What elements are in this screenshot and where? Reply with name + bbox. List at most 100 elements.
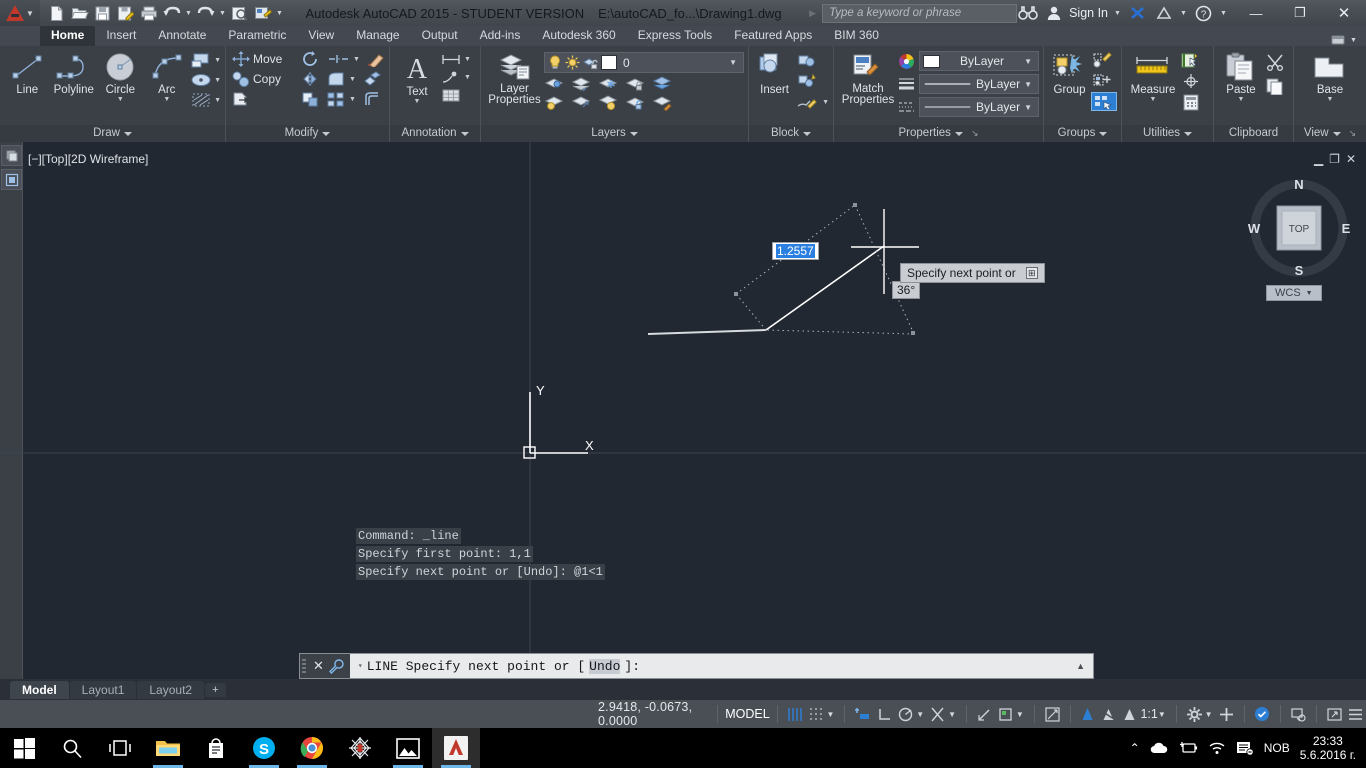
chevron-up-icon[interactable]: ▲	[1076, 661, 1093, 671]
exchange-apps-icon[interactable]	[1127, 3, 1148, 24]
snap-dropdown-icon[interactable]: ▼	[827, 710, 835, 719]
color-swatch-icon[interactable]	[601, 55, 617, 70]
dynamic-ucs-icon[interactable]	[1044, 704, 1061, 724]
annotation-visibility-icon[interactable]	[1079, 704, 1096, 724]
panel-block-expand-icon[interactable]	[803, 131, 812, 136]
panel-utilities-title[interactable]: Utilities	[1122, 125, 1213, 142]
modify-copy-button[interactable]: Copy	[230, 70, 296, 88]
lineweight-combo-dropdown-icon[interactable]: ▼	[1024, 80, 1035, 89]
binoculars-icon[interactable]	[1017, 3, 1038, 24]
tab-model[interactable]: Model	[10, 680, 69, 699]
undo-dropdown-icon[interactable]: ▼	[184, 10, 193, 17]
a360-dropdown-icon[interactable]: ▼	[1179, 10, 1188, 17]
draw-ellipse-button[interactable]: ▼	[190, 71, 221, 89]
battery-icon[interactable]	[1179, 741, 1198, 755]
panel-modify-expand-icon[interactable]	[322, 131, 331, 136]
measure-button[interactable]: Measure ▼	[1126, 49, 1180, 103]
plot-icon[interactable]	[138, 3, 159, 24]
object-snap-icon[interactable]	[929, 704, 946, 724]
copy-clip-icon[interactable]	[1264, 77, 1286, 95]
modify-move-button[interactable]: Move	[230, 50, 296, 68]
draw-line-button[interactable]: Line	[4, 49, 51, 96]
tab-express-tools[interactable]: Express Tools	[627, 26, 723, 46]
define-attributes-icon[interactable]	[796, 73, 820, 90]
annotation-scale-icon[interactable]	[1121, 704, 1138, 724]
modify-rotate-button[interactable]	[299, 50, 323, 68]
save-as-icon[interactable]	[115, 3, 136, 24]
signin-dropdown-icon[interactable]: ▼	[1113, 10, 1122, 17]
layer-properties-button[interactable]: Layer Properties	[485, 49, 544, 106]
snap-mode-icon[interactable]	[808, 704, 825, 724]
autoscale-icon[interactable]	[1100, 704, 1117, 724]
modify-scale-button[interactable]	[299, 90, 321, 108]
calculator-icon[interactable]	[1180, 94, 1202, 111]
base-view-button[interactable]: Base ▼	[1304, 49, 1356, 103]
tab-parametric[interactable]: Parametric	[217, 26, 297, 46]
lineweight-property-combo[interactable]: ByLayer ▼	[919, 74, 1039, 94]
isolate-objects-icon[interactable]	[1253, 704, 1271, 724]
hatch-dropdown-icon[interactable]: ▼	[214, 97, 221, 104]
base-view-dropdown-icon[interactable]: ▼	[1327, 96, 1334, 103]
linetype-combo-dropdown-icon[interactable]: ▼	[1024, 103, 1035, 112]
clock[interactable]: 23:33 5.6.2016 г.	[1300, 734, 1356, 762]
panel-draw-title[interactable]: Draw	[0, 125, 225, 142]
application-menu-button[interactable]: ▼	[0, 0, 40, 26]
drawing-area[interactable]: [−][Top][2D Wireframe] ▁ ❐ ✕ Y X 1.2557 …	[0, 142, 1366, 688]
file-explorer-icon[interactable]	[144, 728, 192, 768]
modify-erase-button[interactable]	[365, 50, 387, 68]
edit-attribute-button[interactable]: ▼	[796, 94, 829, 111]
tab-bim-360[interactable]: BIM 360	[823, 26, 890, 46]
annotation-text-button[interactable]: A Text ▼	[394, 49, 440, 105]
arc-dropdown-icon[interactable]: ▼	[163, 96, 170, 103]
layer-combo-dropdown-icon[interactable]: ▼	[729, 58, 740, 67]
layer-thaw-icon[interactable]	[598, 95, 620, 111]
layer-lock-icon[interactable]	[625, 76, 647, 92]
object-snap-tracking-icon[interactable]	[976, 704, 993, 724]
modify-explode-button[interactable]	[361, 70, 383, 88]
annotation-dimension-button[interactable]: ▼	[440, 52, 471, 67]
panel-layers-expand-icon[interactable]	[629, 131, 638, 136]
group-selection-toggle[interactable]	[1091, 92, 1117, 111]
maximize-button[interactable]: ❐	[1278, 0, 1322, 26]
trim-dropdown-icon[interactable]: ▼	[353, 56, 360, 63]
workspace-switching-icon[interactable]	[1186, 704, 1203, 724]
tab-insert[interactable]: Insert	[95, 26, 147, 46]
tab-layout1[interactable]: Layout1	[69, 680, 137, 699]
modify-offset-button[interactable]	[361, 90, 383, 108]
tab-addins[interactable]: Add-ins	[469, 26, 532, 46]
help-dropdown-icon[interactable]: ▼	[1219, 10, 1228, 17]
workspace-icon[interactable]	[252, 3, 273, 24]
draw-arc-button[interactable]: Arc ▼	[144, 49, 191, 103]
panel-view-expand-icon[interactable]	[1332, 131, 1341, 136]
lineweight-dropdown-icon[interactable]: ▼	[1016, 710, 1024, 719]
workspace-dropdown-icon[interactable]: ▼	[1205, 710, 1213, 719]
close-button[interactable]: ✕	[1322, 0, 1366, 26]
color-property-combo[interactable]: ByLayer ▼	[919, 51, 1039, 71]
add-to-group-icon[interactable]	[1091, 72, 1115, 89]
search-icon[interactable]	[48, 728, 96, 768]
annotation-scale-value[interactable]: 1:1	[1140, 707, 1157, 721]
photos-icon[interactable]	[384, 728, 432, 768]
modify-trim-button[interactable]: ▼	[326, 50, 362, 68]
help-icon[interactable]: ?	[1193, 3, 1214, 24]
quick-select-icon[interactable]	[1180, 52, 1202, 69]
draw-rectangle-button[interactable]: ▼	[190, 51, 221, 69]
rectangle-dropdown-icon[interactable]: ▼	[214, 57, 221, 64]
sun-icon[interactable]	[565, 55, 580, 70]
chrome-icon[interactable]	[288, 728, 336, 768]
measure-dropdown-icon[interactable]: ▼	[1150, 96, 1157, 103]
customization-menu-icon[interactable]	[1347, 704, 1364, 724]
panel-properties-expand-icon[interactable]	[954, 131, 963, 136]
view-cube[interactable]: TOP N S E W WCS ▼	[1244, 172, 1354, 312]
draw-polyline-button[interactable]: Polyline	[51, 49, 98, 96]
unlock-icon[interactable]	[583, 55, 598, 70]
minimize-button[interactable]: —	[1234, 0, 1278, 26]
spider-app-icon[interactable]	[336, 728, 384, 768]
lineweight-display-icon[interactable]	[997, 704, 1014, 724]
command-input[interactable]: ▾ LINE Specify next point or [Undo]:	[350, 658, 1076, 674]
grid-display-icon[interactable]	[787, 704, 804, 724]
ellipse-dropdown-icon[interactable]: ▼	[214, 77, 221, 84]
tab-view[interactable]: View	[297, 26, 345, 46]
close-icon[interactable]: ✕	[313, 658, 324, 674]
user-avatar-icon[interactable]	[1043, 3, 1064, 24]
